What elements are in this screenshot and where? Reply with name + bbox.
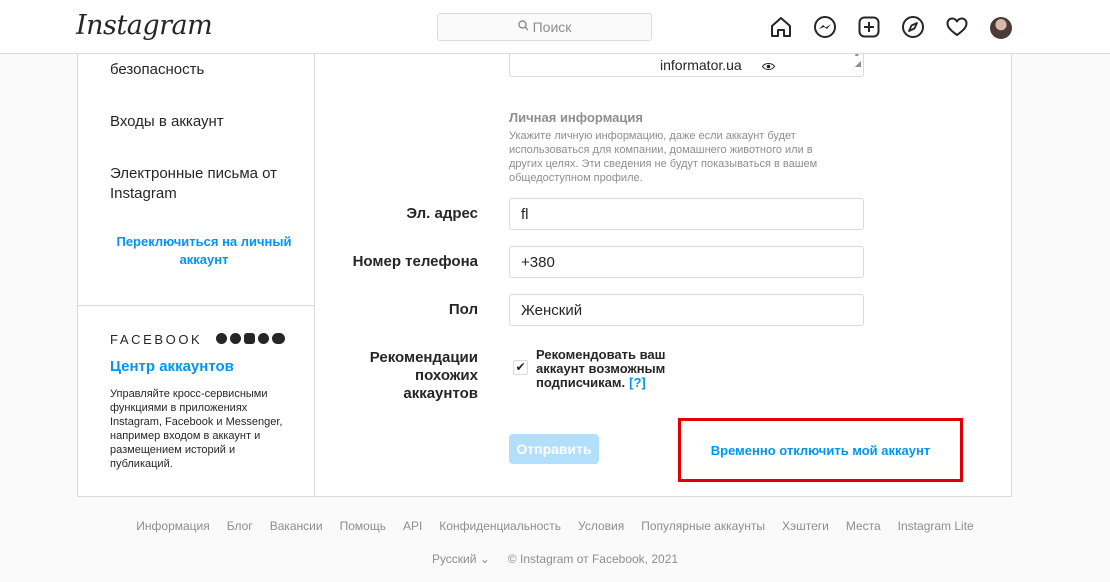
search-input[interactable]: Поиск bbox=[437, 13, 652, 41]
footer-links: Информация Блог Вакансии Помощь API Конф… bbox=[0, 519, 1110, 533]
footer-link-privacy[interactable]: Конфиденциальность bbox=[439, 519, 561, 533]
sidebar-item-emails[interactable]: Электронные письма от Instagram bbox=[110, 164, 300, 204]
recommend-label: Рекомендации похожих аккаунтов bbox=[369, 349, 478, 402]
gender-value: Женский bbox=[521, 301, 583, 319]
email-value: fl bbox=[521, 205, 529, 223]
recommend-checkbox[interactable]: ✔ bbox=[513, 360, 528, 375]
top-navigation: Instagram Поиск bbox=[0, 0, 1110, 54]
home-icon[interactable] bbox=[768, 14, 793, 39]
bio-value: informator.ua bbox=[660, 57, 742, 73]
phone-value: +380 bbox=[521, 253, 555, 271]
email-field[interactable]: fl bbox=[509, 198, 864, 230]
eye-icon bbox=[761, 58, 776, 76]
phone-field[interactable]: +380 bbox=[509, 246, 864, 278]
sidebar-item-privacy-security[interactable]: безопасность bbox=[110, 60, 204, 80]
footer-link-about[interactable]: Информация bbox=[136, 519, 209, 533]
email-label: Эл. адрес bbox=[406, 205, 478, 222]
accounts-center-description: Управляйте кросс-сервисными функциями в … bbox=[110, 388, 283, 470]
temporarily-disable-account-link[interactable]: Временно отключить мой аккаунт bbox=[678, 418, 963, 482]
facebook-wordmark: FACEBOOK bbox=[110, 332, 203, 347]
footer-link-blog[interactable]: Блог bbox=[227, 519, 253, 533]
edit-profile-form: informator.ua ▴◢ Личная информация Укажи… bbox=[315, 54, 1011, 496]
recommend-text: Рекомендовать ваш аккаунт возможным подп… bbox=[536, 347, 666, 390]
settings-sidebar: безопасность Входы в аккаунт Электронные… bbox=[78, 54, 315, 496]
instagram-logo[interactable]: Instagram bbox=[76, 10, 213, 41]
oculus-icon bbox=[272, 333, 285, 344]
language-value: Русский bbox=[431, 552, 477, 566]
footer-link-instagram-lite[interactable]: Instagram Lite bbox=[898, 519, 974, 533]
new-post-icon[interactable] bbox=[856, 14, 881, 39]
language-selector[interactable]: Русский ⌄ bbox=[432, 552, 490, 566]
gender-label: Пол bbox=[448, 301, 478, 318]
footer-link-hashtags[interactable]: Хэштеги bbox=[782, 519, 829, 533]
profile-avatar[interactable] bbox=[988, 14, 1013, 39]
footer-link-jobs[interactable]: Вакансии bbox=[270, 519, 323, 533]
whatsapp-icon bbox=[258, 333, 269, 344]
submit-button[interactable]: Отправить bbox=[509, 434, 599, 464]
copyright: © Instagram от Facebook, 2021 bbox=[507, 552, 679, 566]
footer-link-api[interactable]: API bbox=[403, 519, 422, 533]
footer-link-terms[interactable]: Условия bbox=[578, 519, 624, 533]
settings-panel: безопасность Входы в аккаунт Электронные… bbox=[77, 54, 1012, 497]
search-placeholder: Поиск bbox=[532, 19, 572, 35]
explore-icon[interactable] bbox=[900, 14, 925, 39]
switch-to-personal-link[interactable]: Переключиться на личный аккаунт bbox=[98, 233, 310, 269]
footer-bottom: Русский ⌄ © Instagram от Facebook, 2021 bbox=[0, 552, 1110, 566]
bio-textarea[interactable]: informator.ua ▴◢ bbox=[509, 54, 864, 77]
accounts-center-link[interactable]: Центр аккаунтов bbox=[110, 358, 234, 375]
gender-field[interactable]: Женский bbox=[509, 294, 864, 326]
avatar bbox=[989, 16, 1012, 39]
footer-link-top-accounts[interactable]: Популярные аккаунты bbox=[641, 519, 765, 533]
recommend-text-block: Рекомендовать ваш аккаунт возможным подп… bbox=[536, 348, 686, 390]
footer-link-locations[interactable]: Места bbox=[846, 519, 881, 533]
messenger-icon[interactable] bbox=[812, 14, 837, 39]
chevron-down-icon: ⌄ bbox=[479, 552, 490, 566]
footer-link-help[interactable]: Помощь bbox=[340, 519, 386, 533]
facebook-icon bbox=[216, 333, 227, 344]
personal-info-title: Личная информация bbox=[509, 110, 643, 125]
messenger-small-icon bbox=[230, 333, 241, 344]
textarea-resize-icon[interactable]: ▴◢ bbox=[855, 54, 861, 69]
recommend-help-link[interactable]: [?] bbox=[629, 375, 646, 390]
phone-label: Номер телефона bbox=[352, 253, 478, 270]
activity-heart-icon[interactable] bbox=[944, 14, 969, 39]
search-icon bbox=[517, 20, 529, 34]
personal-info-description: Укажите личную информацию, даже если акк… bbox=[509, 130, 818, 184]
facebook-apps-icons bbox=[216, 333, 285, 344]
instagram-small-icon bbox=[244, 333, 255, 344]
sidebar-item-login-activity[interactable]: Входы в аккаунт bbox=[110, 112, 224, 132]
sidebar-divider bbox=[78, 305, 315, 306]
